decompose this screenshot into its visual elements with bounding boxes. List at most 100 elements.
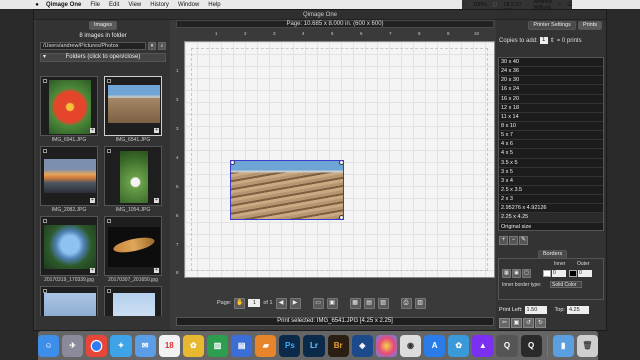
select-checkbox[interactable] [43,149,47,153]
add-size-icon[interactable]: + [499,236,508,245]
wifi-icon[interactable]: ◠ [462,2,467,8]
page-number-field[interactable]: 1 [248,299,261,307]
remove-size-icon[interactable]: − [509,236,518,245]
size-item[interactable]: 4 x 6 [499,140,603,150]
size-item[interactable]: 8 x 10 [499,122,603,132]
dock-safari-icon[interactable]: ✦ [110,334,132,357]
fit-image-icon[interactable]: ▣ [511,318,522,328]
path-dropdown-icon[interactable]: ▾ [148,42,156,50]
size-item[interactable]: Original size [499,223,603,232]
notification-center-icon[interactable]: ☰ [567,2,572,8]
search-icon[interactable]: ⌕ [558,1,561,8]
inner-border-field[interactable]: 0 [552,270,566,277]
thumbnail-item[interactable]: + 20170307_201650.jpg [104,216,162,283]
crop-tool-icon[interactable]: ✂ [499,318,510,328]
border-none-icon[interactable]: ▦ [502,269,511,278]
hand-tool-icon[interactable]: ✋ [234,297,246,309]
dock-tweetbot-icon[interactable]: ✿ [448,334,470,357]
print-icon[interactable]: ⎙ [400,297,412,309]
size-item[interactable]: 3 x 5 [499,168,603,177]
select-checkbox[interactable] [107,149,111,153]
print-page-canvas[interactable] [184,41,495,278]
copies-stepper[interactable]: 1 [539,37,548,44]
apple-menu-icon[interactable]: ● [32,2,42,8]
add-print-icon[interactable]: + [154,198,159,203]
size-item[interactable]: 2.5 x 3.5 [499,186,603,196]
thumbnail-item[interactable] [104,286,162,316]
select-checkbox[interactable] [43,79,47,83]
select-checkbox[interactable] [43,219,47,223]
dock-folder-icon[interactable]: ▮ [552,334,574,357]
print-size-list[interactable]: 30 x 40 24 x 36 20 x 30 16 x 24 16 x 20 … [498,57,604,232]
size-item[interactable]: 5 x 7 [499,131,603,141]
border-frame-icon[interactable]: ▣ [512,269,521,278]
prev-page-icon[interactable]: ◀ [275,297,287,309]
thumbnail-item[interactable]: + 20170319_170339.jpg [40,216,98,283]
dock-books-icon[interactable]: ▰ [255,334,277,357]
stepper-arrows-icon[interactable]: ⇕ [550,37,555,44]
thumbnail-item[interactable] [40,286,98,316]
add-print-icon[interactable]: + [90,128,95,133]
add-print-icon[interactable]: + [154,128,159,133]
size-item[interactable]: 20 x 30 [499,76,603,86]
tab-prints[interactable]: Prints [577,21,602,30]
select-checkbox[interactable] [107,219,111,223]
save-icon[interactable]: ▥ [414,297,426,309]
dock-app-store-icon[interactable]: A [424,334,446,357]
battery-icon[interactable] [492,2,498,7]
crop-icon[interactable]: ▧ [377,297,389,309]
size-item[interactable]: 11 x 14 [499,113,603,122]
next-page-icon[interactable]: ▶ [289,297,301,309]
dock-photoshop-icon[interactable]: Ps [279,334,301,357]
thumbnail-item[interactable]: + IMG_6941.JPG [40,76,98,143]
browse-folder-icon[interactable]: ⌕ [158,42,166,50]
grid-layout-icon[interactable]: ▦ [349,297,361,309]
inner-type-select[interactable]: Solid Color [550,281,582,288]
dock-launchpad-icon[interactable]: ✈ [62,334,84,357]
menu-history[interactable]: History [150,2,169,8]
dock-mail-icon[interactable]: ✉ [134,334,156,357]
print-left-field[interactable]: 1.50 [524,306,547,314]
select-checkbox[interactable] [43,289,47,293]
dock-keynote-icon[interactable]: ▤ [231,334,253,357]
dock-numbers-icon[interactable]: ▥ [206,334,229,357]
dock-lightroom-icon[interactable]: Lr [303,334,325,357]
folder-path-field[interactable]: /Users/andrew/Pictures/Photos [40,42,146,50]
resize-handle[interactable] [339,215,343,219]
dock-photos-app-icon[interactable] [375,334,397,357]
size-item-selected[interactable]: 2.25 x 4.25 [499,213,603,223]
outer-border-field[interactable]: 0 [578,270,592,277]
tab-images[interactable]: Images [88,21,118,30]
top-field[interactable]: 4.25 [566,306,589,314]
dock-qimage-icon[interactable]: Q [520,334,542,357]
size-item[interactable]: 3.5 x 5 [499,159,603,168]
rotate-right-icon[interactable]: ↻ [535,318,546,328]
size-item[interactable]: 30 x 40 [499,58,603,68]
size-item[interactable]: 2.95276 x 4.92126 [499,204,603,214]
menu-window[interactable]: Window [178,2,199,8]
size-item[interactable]: 4 x 5 [499,149,603,159]
size-item[interactable]: 24 x 36 [499,67,603,77]
dock-trash-icon[interactable]: 🗑 [576,334,598,357]
select-checkbox[interactable] [107,289,111,293]
menu-file[interactable]: File [90,2,100,8]
dock-affinity-icon[interactable]: ▲ [472,334,494,357]
border-fill-icon[interactable]: ▢ [522,269,531,278]
dock-preview-icon[interactable]: ◉ [399,334,422,357]
menu-edit[interactable]: Edit [109,2,119,8]
size-item[interactable]: 2 x 3 [499,195,603,205]
add-print-icon[interactable]: + [90,198,95,203]
size-item[interactable]: 16 x 24 [499,85,603,95]
dock-photos-icon[interactable]: ✿ [182,334,204,357]
add-print-icon[interactable]: + [90,268,95,273]
multi-page-icon[interactable]: ▤ [363,297,375,309]
dock-calendar-icon[interactable]: 18 [158,334,180,357]
size-item[interactable]: 16 x 20 [499,95,603,104]
thumbnail-item[interactable]: + IMG_2082.JPG [40,146,98,213]
folders-toggle[interactable]: ▾ Folders (click to open/close) [40,53,166,62]
resize-handle[interactable] [339,161,343,165]
size-item[interactable]: 3 x 4 [499,177,603,186]
dock-chrome-icon[interactable] [86,334,108,357]
resize-handle[interactable] [231,161,235,165]
rotate-left-icon[interactable]: ↺ [523,318,534,328]
